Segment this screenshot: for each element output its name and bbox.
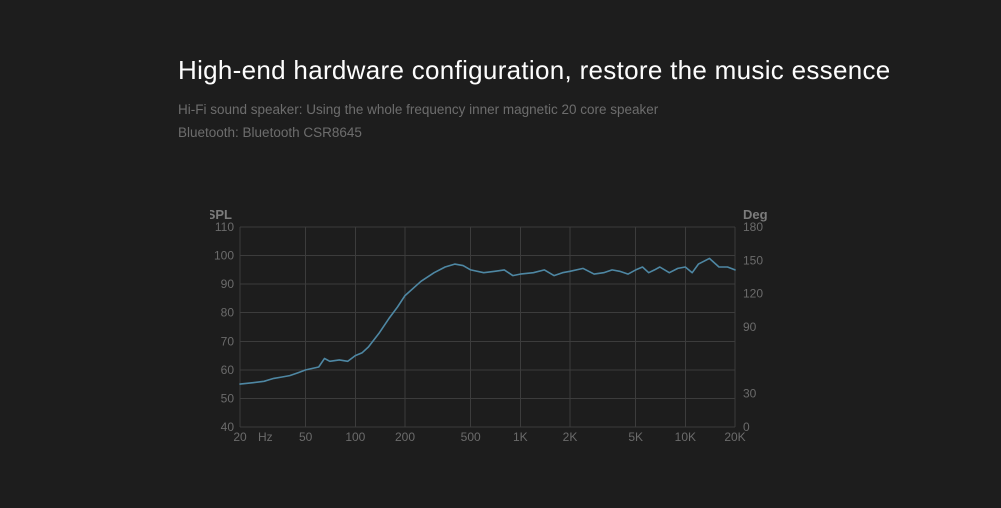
svg-text:0: 0 [743, 420, 750, 434]
svg-text:5K: 5K [628, 430, 643, 444]
svg-text:dBSPL: dBSPL [210, 207, 232, 222]
svg-text:200: 200 [395, 430, 415, 444]
svg-text:Deg: Deg [743, 207, 768, 222]
svg-text:40: 40 [221, 420, 235, 434]
svg-text:60: 60 [221, 363, 235, 377]
subtitle-line-1: Hi-Fi sound speaker: Using the whole fre… [178, 100, 1001, 121]
svg-text:100: 100 [345, 430, 365, 444]
svg-text:70: 70 [221, 334, 235, 348]
svg-text:100: 100 [214, 249, 234, 263]
svg-text:90: 90 [221, 277, 235, 291]
page-title: High-end hardware configuration, restore… [178, 55, 1001, 86]
svg-text:50: 50 [221, 391, 235, 405]
svg-text:20: 20 [233, 430, 247, 444]
svg-text:500: 500 [461, 430, 481, 444]
svg-text:120: 120 [743, 287, 763, 301]
svg-text:80: 80 [221, 306, 235, 320]
svg-text:180: 180 [743, 220, 763, 234]
svg-text:1K: 1K [513, 430, 528, 444]
frequency-response-chart: 40 50 60 70 80 90 100 110 20 50 100 200 500 1K 2K 5K 10K… [210, 205, 775, 455]
svg-text:90: 90 [743, 320, 757, 334]
svg-text:Hz: Hz [258, 430, 273, 444]
svg-text:2K: 2K [563, 430, 578, 444]
svg-text:110: 110 [215, 220, 234, 234]
svg-text:150: 150 [743, 253, 763, 267]
svg-text:50: 50 [299, 430, 313, 444]
svg-text:10K: 10K [675, 430, 696, 444]
subtitle-line-2: Bluetooth: Bluetooth CSR8645 [178, 123, 1001, 144]
svg-text:30: 30 [743, 387, 757, 401]
